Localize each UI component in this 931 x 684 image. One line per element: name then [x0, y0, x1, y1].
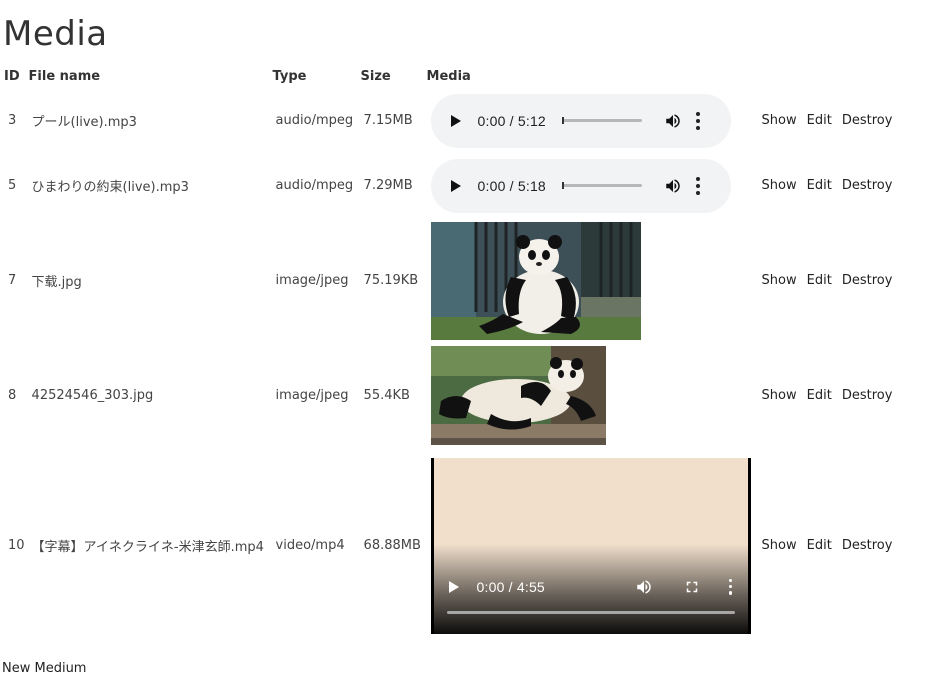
table-row: 10 【字幕】アイネクライネ-米津玄師.mp4 video/mp4 68.88M… — [3, 448, 903, 643]
destroy-link[interactable]: Destroy — [842, 178, 893, 193]
destroy-link[interactable]: Destroy — [842, 388, 893, 403]
cell-size: 55.4KB — [363, 388, 410, 403]
cell-file-name: ひまわりの約束(live).mp3 — [31, 180, 189, 195]
header-type: Type — [272, 68, 307, 84]
cell-actions: Show Edit Destroy — [754, 343, 904, 448]
cell-media: 0:00 / 5:12 — [426, 88, 752, 153]
cell-media — [426, 218, 752, 343]
media-table: ID File name Type Size Media 3 プール(live)… — [1, 64, 905, 643]
destroy-link[interactable]: Destroy — [842, 538, 893, 553]
play-icon[interactable] — [448, 580, 459, 593]
show-link[interactable]: Show — [762, 113, 797, 128]
cell-file-name: 【字幕】アイネクライネ-米津玄師.mp4 — [31, 540, 264, 555]
audio-seek-bar[interactable] — [561, 117, 642, 124]
cell-file-name: 42524546_303.jpg — [31, 388, 154, 403]
table-row: 5 ひまわりの約束(live).mp3 audio/mpeg 7.29MB 0:… — [3, 153, 903, 218]
video-player[interactable]: 0:00 / 4:55 — [430, 457, 751, 634]
page-title: Media — [3, 14, 108, 54]
table-row: 8 42524546_303.jpg image/jpeg 55.4KB Sho… — [3, 343, 903, 448]
cell-size: 68.88MB — [363, 538, 421, 553]
edit-link[interactable]: Edit — [807, 178, 832, 193]
audio-player[interactable]: 0:00 / 5:18 — [430, 158, 731, 213]
header-size: Size — [360, 68, 391, 84]
new-medium-link[interactable]: New Medium — [2, 661, 86, 676]
volume-icon[interactable] — [664, 112, 682, 130]
cell-type: image/jpeg — [275, 273, 349, 288]
show-link[interactable]: Show — [762, 388, 797, 403]
show-link[interactable]: Show — [762, 178, 797, 193]
cell-media: 0:00 / 5:18 — [426, 153, 752, 218]
cell-file-name: プール(live).mp3 — [31, 115, 137, 130]
cell-id: 7 — [8, 273, 17, 288]
volume-icon[interactable] — [635, 578, 653, 596]
volume-icon[interactable] — [664, 177, 682, 195]
header-media: Media — [426, 68, 471, 84]
cell-type: audio/mpeg — [275, 178, 354, 193]
video-time: 0:00 / 4:55 — [476, 578, 545, 595]
page: Media ID File name Type Size Media 3 プール… — [0, 0, 931, 684]
header-file-name: File name — [28, 68, 101, 84]
media-image — [430, 346, 606, 445]
edit-link[interactable]: Edit — [807, 273, 832, 288]
more-vert-icon[interactable] — [695, 176, 700, 195]
audio-player[interactable]: 0:00 / 5:12 — [430, 93, 731, 148]
cell-media — [426, 343, 752, 448]
panda-sitting-image — [430, 221, 641, 340]
edit-link[interactable]: Edit — [807, 388, 832, 403]
table-row: 7 下载.jpg image/jpeg 75.19KB Show Edit De… — [3, 218, 903, 343]
edit-link[interactable]: Edit — [807, 113, 832, 128]
destroy-link[interactable]: Destroy — [842, 113, 893, 128]
cell-id: 8 — [8, 388, 17, 403]
cell-actions: Show Edit Destroy — [754, 218, 904, 343]
cell-actions: Show Edit Destroy — [754, 153, 904, 218]
cell-id: 5 — [8, 178, 17, 193]
more-vert-icon[interactable] — [695, 111, 700, 130]
cell-actions: Show Edit Destroy — [754, 448, 904, 643]
cell-media: 0:00 / 4:55 — [426, 448, 752, 643]
cell-actions: Show Edit Destroy — [754, 88, 904, 153]
media-image — [430, 221, 641, 340]
cell-file-name: 下载.jpg — [31, 275, 82, 290]
audio-time: 0:00 / 5:12 — [477, 112, 546, 129]
video-controls: 0:00 / 4:55 — [431, 572, 751, 602]
table-header-row: ID File name Type Size Media — [3, 64, 903, 88]
cell-type: image/jpeg — [275, 388, 349, 403]
destroy-link[interactable]: Destroy — [842, 273, 893, 288]
edit-link[interactable]: Edit — [807, 538, 832, 553]
cell-size: 75.19KB — [363, 273, 419, 288]
audio-seek-bar[interactable] — [561, 182, 642, 189]
cell-size: 7.15MB — [363, 113, 413, 128]
video-seek-bar[interactable] — [446, 610, 735, 614]
cell-size: 7.29MB — [363, 178, 413, 193]
cell-id: 10 — [8, 538, 25, 553]
header-id: ID — [4, 68, 20, 84]
fullscreen-icon[interactable] — [683, 578, 701, 596]
cell-type: video/mp4 — [275, 538, 345, 553]
audio-time: 0:00 / 5:18 — [477, 177, 546, 194]
show-link[interactable]: Show — [762, 538, 797, 553]
cell-id: 3 — [8, 113, 17, 128]
show-link[interactable]: Show — [762, 273, 797, 288]
cell-type: audio/mpeg — [275, 113, 354, 128]
more-vert-icon[interactable] — [728, 578, 733, 595]
play-icon[interactable] — [450, 114, 461, 127]
play-icon[interactable] — [450, 179, 461, 192]
table-row: 3 プール(live).mp3 audio/mpeg 7.15MB 0:00 /… — [3, 88, 903, 153]
panda-lying-image — [430, 346, 606, 445]
